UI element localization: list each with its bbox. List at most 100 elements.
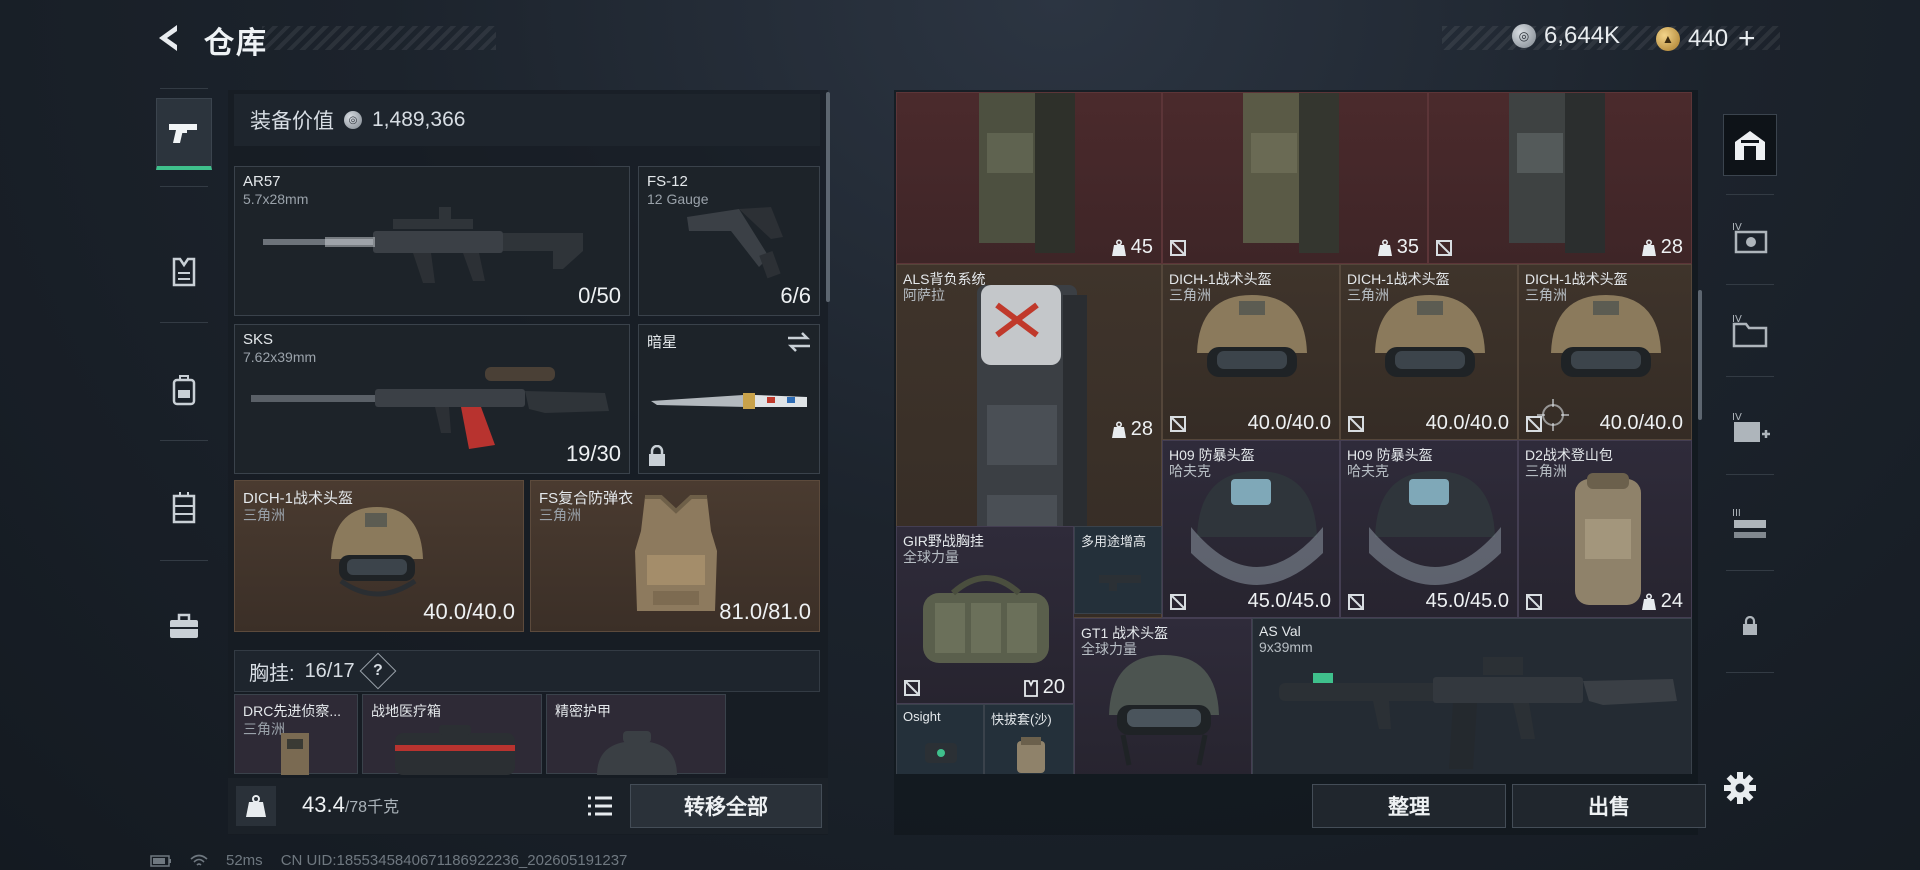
stash-tab-locked[interactable] bbox=[1722, 596, 1778, 656]
warehouse-icon bbox=[1735, 131, 1765, 160]
stash-item[interactable]: 45 bbox=[896, 92, 1162, 264]
transfer-all-button[interactable]: 转移全部 bbox=[630, 784, 822, 828]
stash-tab-4b[interactable]: IV bbox=[1722, 300, 1778, 360]
helmet-icon bbox=[1551, 295, 1661, 377]
knife-icon bbox=[651, 393, 807, 409]
stash-item-helmet[interactable]: DICH-1战术头盔 三角洲 40.0/40.0 bbox=[1340, 264, 1518, 440]
armor-plate-icon bbox=[597, 731, 677, 775]
item-count: 20 bbox=[1023, 676, 1065, 699]
svg-text:III: III bbox=[1732, 508, 1741, 519]
vest-icon bbox=[635, 495, 717, 611]
rifle-icon bbox=[263, 207, 583, 283]
rig-item-name: 精密护甲 bbox=[555, 703, 611, 719]
carry-weight-max: /78千克 bbox=[344, 799, 400, 816]
weight-icon bbox=[1377, 238, 1392, 256]
rig-item[interactable]: 战地医疗箱 bbox=[362, 694, 542, 775]
no-insure-icon bbox=[904, 680, 920, 696]
lock-icon bbox=[649, 445, 665, 466]
rig-item[interactable]: DRC先进侦察... 三角洲 bbox=[234, 694, 358, 775]
rail-tab-backpack[interactable] bbox=[156, 354, 212, 426]
equipment-value: 1,489,366 bbox=[372, 108, 466, 131]
rig-icon bbox=[172, 492, 196, 524]
add-currency-button[interactable]: + bbox=[1738, 22, 1756, 56]
rail-divider bbox=[160, 440, 208, 441]
stash-item[interactable]: 28 bbox=[1428, 92, 1692, 264]
currency-silver: ◎ 6,644K bbox=[1512, 22, 1620, 50]
armor-slot[interactable]: FS复合防弹衣 三角洲 81.0/81.0 bbox=[530, 480, 820, 632]
backpack-icon bbox=[1509, 93, 1605, 253]
stash-item-attachment[interactable]: Osight bbox=[896, 704, 984, 774]
weapon-slot-secondary[interactable]: FS-12 12 Gauge 6/6 bbox=[638, 166, 820, 316]
rail-tab-vest[interactable] bbox=[156, 236, 212, 308]
stash-item-rig[interactable]: GIR野战胸挂 全球力量 20 bbox=[896, 526, 1074, 704]
loadout-scrollbar[interactable] bbox=[826, 92, 830, 302]
riot-helmet-icon bbox=[1369, 471, 1501, 585]
melee-slot[interactable]: 暗星 bbox=[638, 324, 820, 474]
currency-silver-value: 6,644K bbox=[1544, 22, 1621, 49]
item-name: Osight bbox=[903, 709, 941, 724]
wifi-icon bbox=[190, 854, 208, 866]
rifle-icon bbox=[1279, 657, 1677, 769]
stash-tab-4a[interactable]: IV bbox=[1722, 208, 1778, 268]
lock-icon bbox=[1743, 616, 1757, 635]
swap-icon[interactable] bbox=[785, 331, 813, 353]
stash-item-helmet[interactable]: H09 防暴头盔 哈夫克 45.0/45.0 bbox=[1162, 440, 1340, 618]
stash-item-weapon[interactable]: AS Val 9x39mm bbox=[1252, 618, 1692, 774]
stash-tab-3[interactable]: III bbox=[1722, 494, 1778, 554]
weapon-ammo-count: 6/6 bbox=[780, 283, 811, 308]
stash-item-attachment[interactable]: 快拔套(沙) bbox=[984, 704, 1074, 774]
rail-tab-case[interactable] bbox=[156, 590, 212, 662]
armor-origin: 三角洲 bbox=[539, 507, 581, 523]
vest-capacity-icon bbox=[1023, 679, 1038, 697]
no-insure-icon bbox=[1348, 416, 1364, 432]
item-name: 多用途增高 bbox=[1081, 534, 1147, 549]
weapon-slot-primary[interactable]: AR57 5.7x28mm 0/50 bbox=[234, 166, 630, 316]
helmet-durability: 40.0/40.0 bbox=[423, 599, 515, 624]
stash-tab-4c[interactable]: IV bbox=[1722, 398, 1778, 458]
shotgun-icon bbox=[687, 207, 783, 279]
sell-button[interactable]: 出售 bbox=[1512, 784, 1706, 828]
gold-coin-icon: ▲ bbox=[1656, 27, 1680, 51]
stash-item-helmet[interactable]: DICH-1战术头盔 三角洲 40.0/40.0 bbox=[1518, 264, 1692, 440]
stash-item-backpack[interactable]: D2战术登山包 三角洲 24 bbox=[1518, 440, 1692, 618]
weight-lock-button[interactable] bbox=[236, 786, 276, 826]
stash-scrollbar[interactable] bbox=[1698, 290, 1702, 420]
target-icon bbox=[1537, 399, 1569, 431]
rail-tab-weapons[interactable] bbox=[156, 98, 212, 170]
helmet-icon bbox=[1375, 295, 1485, 377]
stash-item-helmet[interactable]: DICH-1战术头盔 三角洲 40.0/40.0 bbox=[1162, 264, 1340, 440]
item-count: 24 bbox=[1641, 590, 1683, 613]
battery-icon bbox=[150, 854, 171, 867]
backpack-icon bbox=[172, 375, 196, 406]
back-button[interactable] bbox=[148, 18, 188, 58]
armor-durability: 81.0/81.0 bbox=[719, 599, 811, 624]
stash-item-helmet[interactable]: H09 防暴头盔 哈夫克 45.0/45.0 bbox=[1340, 440, 1518, 618]
rail-divider bbox=[1726, 474, 1774, 475]
stash-item[interactable]: 35 bbox=[1162, 92, 1428, 264]
equipment-value-bar: 装备价值 ◎ 1,489,366 bbox=[234, 94, 820, 146]
no-insure-icon bbox=[1436, 240, 1452, 256]
rig-label: 胸挂: bbox=[249, 662, 295, 685]
weight-icon bbox=[1111, 238, 1126, 256]
stash-tab-home[interactable] bbox=[1723, 114, 1777, 176]
holster-icon bbox=[1017, 737, 1045, 773]
rail-divider bbox=[160, 322, 208, 323]
list-icon bbox=[588, 796, 612, 816]
device-icon bbox=[281, 733, 309, 775]
stash-item-attachment[interactable]: 多用途增高 bbox=[1074, 526, 1162, 614]
title-decoration bbox=[262, 26, 496, 50]
item-count: 28 bbox=[1641, 236, 1683, 259]
helmet-origin: 三角洲 bbox=[243, 507, 285, 523]
rig-help-button[interactable]: ? bbox=[359, 652, 397, 690]
rig-item[interactable]: 精密护甲 bbox=[546, 694, 726, 775]
weapon-slot-tertiary[interactable]: SKS 7.62x39mm 19/30 bbox=[234, 324, 630, 474]
helmet-slot[interactable]: DICH-1战术头盔 三角洲 40.0/40.0 bbox=[234, 480, 524, 632]
settings-button[interactable] bbox=[1718, 766, 1762, 810]
list-view-button[interactable] bbox=[580, 786, 620, 826]
sight-icon bbox=[925, 743, 957, 763]
sort-button[interactable]: 整理 bbox=[1312, 784, 1506, 828]
rail-tab-rig[interactable] bbox=[156, 472, 212, 544]
helmet-icon bbox=[1197, 295, 1307, 377]
svg-text:IV: IV bbox=[1732, 412, 1742, 423]
stash-item-helmet[interactable]: GT1 战术头盔 全球力量 bbox=[1074, 618, 1252, 774]
